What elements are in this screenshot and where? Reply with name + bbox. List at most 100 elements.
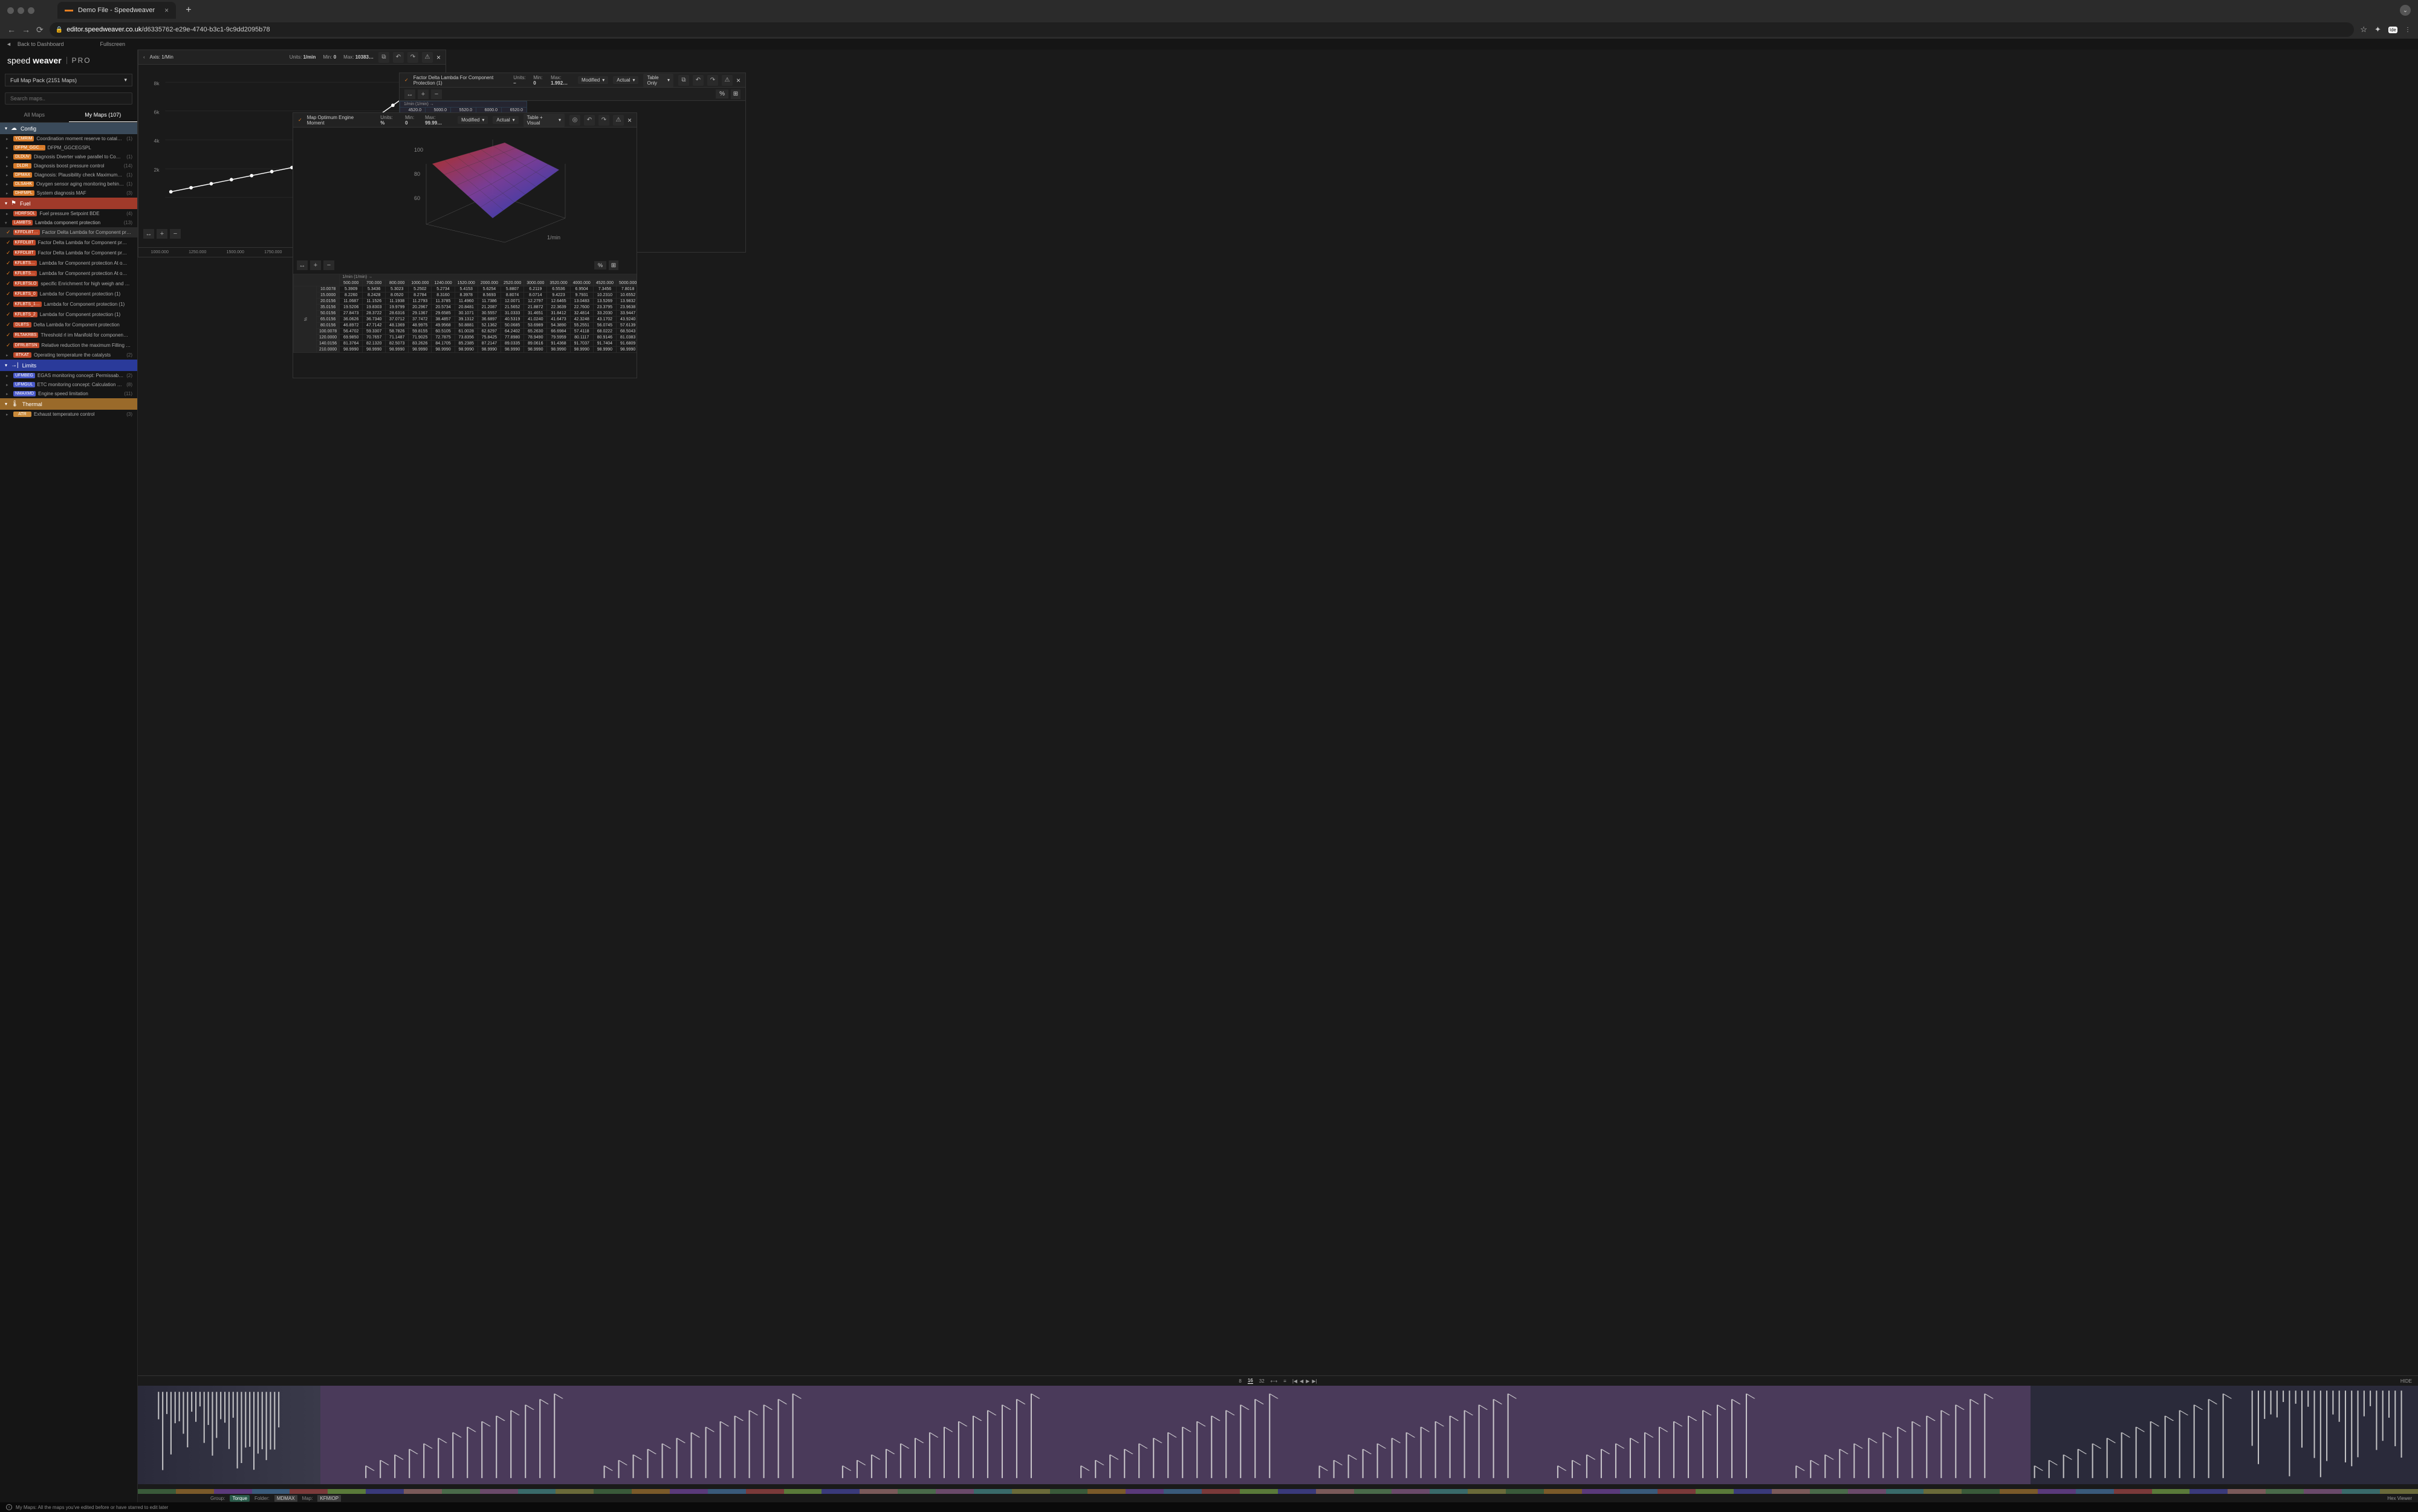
tree-item[interactable]: ▸DPMAXDiagnosis: Plausibility check Maxi… — [0, 170, 137, 179]
tree-item[interactable]: ✓KFFDLBT…Factor Delta Lambda for Compone… — [0, 227, 137, 237]
dropdown-actual[interactable]: Actual▾ — [613, 76, 638, 84]
lock-icon[interactable]: ↔ — [404, 89, 415, 99]
target-icon[interactable]: ◎ — [569, 115, 580, 126]
warning-icon[interactable]: ⚠ — [422, 52, 433, 63]
minimize-window[interactable] — [18, 7, 24, 14]
tree-item[interactable]: ▸DHFMPLSystem diagnosis MAF(3) — [0, 189, 137, 198]
redo-icon[interactable]: ↷ — [598, 115, 609, 126]
subsection-lambda[interactable]: ▾LAMBTSLambda component protection(13) — [0, 218, 137, 227]
tree-item[interactable]: ✓KFFDLBTFactor Delta Lambda for Componen… — [0, 237, 137, 248]
dropdown-view[interactable]: Table + Visual▾ — [523, 114, 565, 127]
tree-item[interactable]: ✓KFLBTS…Lambda for Component protection … — [0, 268, 137, 279]
zoom-8[interactable]: 8 — [1239, 1378, 1241, 1384]
browser-tab[interactable]: Demo File - Speedweaver × — [57, 2, 176, 19]
tree-item[interactable]: ▸YCMRIMCoordination moment reserve to ca… — [0, 134, 137, 143]
tree-item[interactable]: ✓DFRLBTSNRelative reduction the maximum … — [0, 340, 137, 351]
menu-icon[interactable]: ⋮ — [2405, 27, 2411, 33]
warning-icon[interactable]: ⚠ — [613, 115, 624, 126]
percent-toggle[interactable]: % — [594, 261, 606, 270]
url-bar[interactable]: 🔒 editor.speedweaver.co.uk/d6335762-e29e… — [50, 22, 2355, 37]
last-icon[interactable]: ▶| — [1312, 1378, 1317, 1384]
lock-icon[interactable]: ↔ — [143, 229, 154, 239]
dropdown-view[interactable]: Table Only▾ — [643, 74, 673, 87]
tree-item[interactable]: ▸UFMBEGEGAS monitoring concept: Permissa… — [0, 371, 137, 380]
section-config[interactable]: ▾☁Config — [0, 123, 137, 134]
warning-icon[interactable]: ⚠ — [722, 75, 733, 86]
dropdown-modified[interactable]: Modified▾ — [578, 76, 608, 84]
profile-badge[interactable]: Ide — [2388, 27, 2397, 33]
minus-icon[interactable]: − — [431, 89, 442, 99]
plus-icon[interactable]: + — [157, 229, 167, 239]
tree-item[interactable]: ▸UFMGULETC monitoring concept: Calculati… — [0, 380, 137, 389]
group-badge[interactable]: Torque — [230, 1495, 249, 1502]
hide-button[interactable]: HIDE — [2400, 1378, 2412, 1384]
plus-icon[interactable]: + — [418, 89, 429, 99]
tree-item[interactable]: ✓KFLBTS_2Lambda for Component protection… — [0, 309, 137, 320]
maximize-window[interactable] — [28, 7, 34, 14]
undo-icon[interactable]: ↶ — [584, 115, 595, 126]
tree-item[interactable]: ▸DLDRDiagnosis boost pressure control(14… — [0, 161, 137, 170]
tree-item[interactable]: ▸ATRExhaust temperature control(3) — [0, 410, 137, 419]
fullscreen-button[interactable]: Fullscreen — [100, 41, 125, 47]
tree-item[interactable]: ✓KFLBTS…Lambda for Component protection … — [0, 258, 137, 268]
first-icon[interactable]: |◀ — [1292, 1378, 1297, 1384]
close-window[interactable] — [7, 7, 14, 14]
panel-back-icon[interactable]: ‹ — [143, 54, 145, 60]
undo-icon[interactable]: ↶ — [693, 75, 704, 86]
forward-button[interactable]: → — [22, 25, 30, 34]
close-icon[interactable]: × — [627, 116, 632, 124]
minus-icon[interactable]: − — [170, 229, 181, 239]
next-icon[interactable]: ▶ — [1306, 1378, 1309, 1384]
dropdown-actual[interactable]: Actual▾ — [493, 116, 518, 124]
prev-icon[interactable]: ◀ — [1300, 1378, 1303, 1384]
surface-3d-plot[interactable]: 100 80 60 1/min — [396, 134, 595, 254]
zoom-32[interactable]: 32 — [1259, 1378, 1265, 1384]
section-thermal[interactable]: ▾🌡Thermal — [0, 398, 137, 410]
folder-badge[interactable]: MDMAX — [274, 1495, 297, 1502]
tree-item[interactable]: ▸HDRFSOLFuel pressure Setpoint BDE(4) — [0, 209, 137, 218]
plus-icon[interactable]: + — [310, 260, 321, 270]
tree-item[interactable]: ✓KFFDLBTFactor Delta Lambda for Componen… — [0, 248, 137, 258]
tree-item[interactable]: ✓KFLBTSLOspecific Enrichment for high we… — [0, 279, 137, 289]
reload-button[interactable]: ⟳ — [36, 25, 44, 35]
tree-item[interactable]: ▸NMAXMDEngine speed limitation(11) — [0, 389, 137, 398]
close-icon[interactable]: × — [736, 76, 741, 85]
tab-all-maps[interactable]: All Maps — [0, 108, 69, 122]
section-fuel[interactable]: ▾⚑Fuel — [0, 198, 137, 209]
map-pack-dropdown[interactable]: Full Map Pack (2151 Maps) ▾ — [5, 74, 132, 86]
tree-item[interactable]: ▸DFPM_GGC…DFPM_GGCEGSPL — [0, 143, 137, 152]
new-tab-button[interactable]: + — [186, 5, 191, 16]
list-icon[interactable]: ≡ — [1283, 1378, 1286, 1384]
back-button[interactable]: ← — [7, 25, 16, 34]
section-limits[interactable]: ▾→|Limits — [0, 360, 137, 371]
search-input[interactable] — [5, 92, 132, 105]
lock-icon[interactable]: ↔ — [297, 260, 308, 270]
copy-icon[interactable]: ⧉ — [378, 52, 389, 63]
tree-item[interactable]: ✓RLTAKRBSThreshold rl im Manifold for co… — [0, 330, 137, 340]
bookmark-icon[interactable]: ☆ — [2360, 25, 2367, 34]
tree-item[interactable]: ▸DLSAHKOxygen sensor aging monitoring be… — [0, 179, 137, 189]
tree-item[interactable]: ✓DLBTSDelta Lambda for Component protect… — [0, 320, 137, 330]
tab-overflow-icon[interactable]: ⌄ — [2400, 5, 2411, 16]
tree-item[interactable]: ✓KFLBTS_0Lambda for Component protection… — [0, 289, 137, 299]
back-to-dashboard-link[interactable]: Back to Dashboard — [18, 41, 64, 47]
map-badge[interactable]: KFMIOP — [317, 1495, 341, 1502]
tree-item[interactable]: ▸DLDUVDiagnosis Diverter valve parallel … — [0, 152, 137, 161]
tab-close-icon[interactable]: × — [164, 6, 169, 15]
copy-icon[interactable]: ⧉ — [678, 75, 689, 86]
grid-icon[interactable]: ⊞ — [609, 260, 618, 270]
redo-icon[interactable]: ↷ — [707, 75, 718, 86]
tree-item[interactable]: ✓KFLBTS_1…Lambda for Component protectio… — [0, 299, 137, 309]
fit-icon[interactable]: ⟷ — [1271, 1378, 1277, 1384]
hex-viewer-link[interactable]: Hex Viewer — [2387, 1496, 2412, 1501]
tree-item[interactable]: ▸BTKATOperating temperature the catalyst… — [0, 351, 137, 360]
waveform-display[interactable] — [138, 1386, 2418, 1484]
undo-icon[interactable]: ↶ — [393, 52, 404, 63]
zoom-16[interactable]: 16 — [1248, 1378, 1253, 1384]
dropdown-modified[interactable]: Modified▾ — [458, 116, 488, 124]
minus-icon[interactable]: − — [323, 260, 334, 270]
close-icon[interactable]: × — [436, 53, 441, 62]
grid-icon[interactable]: ⊞ — [731, 89, 741, 99]
tab-my-maps[interactable]: My Maps (107) — [69, 108, 138, 122]
redo-icon[interactable]: ↷ — [407, 52, 418, 63]
